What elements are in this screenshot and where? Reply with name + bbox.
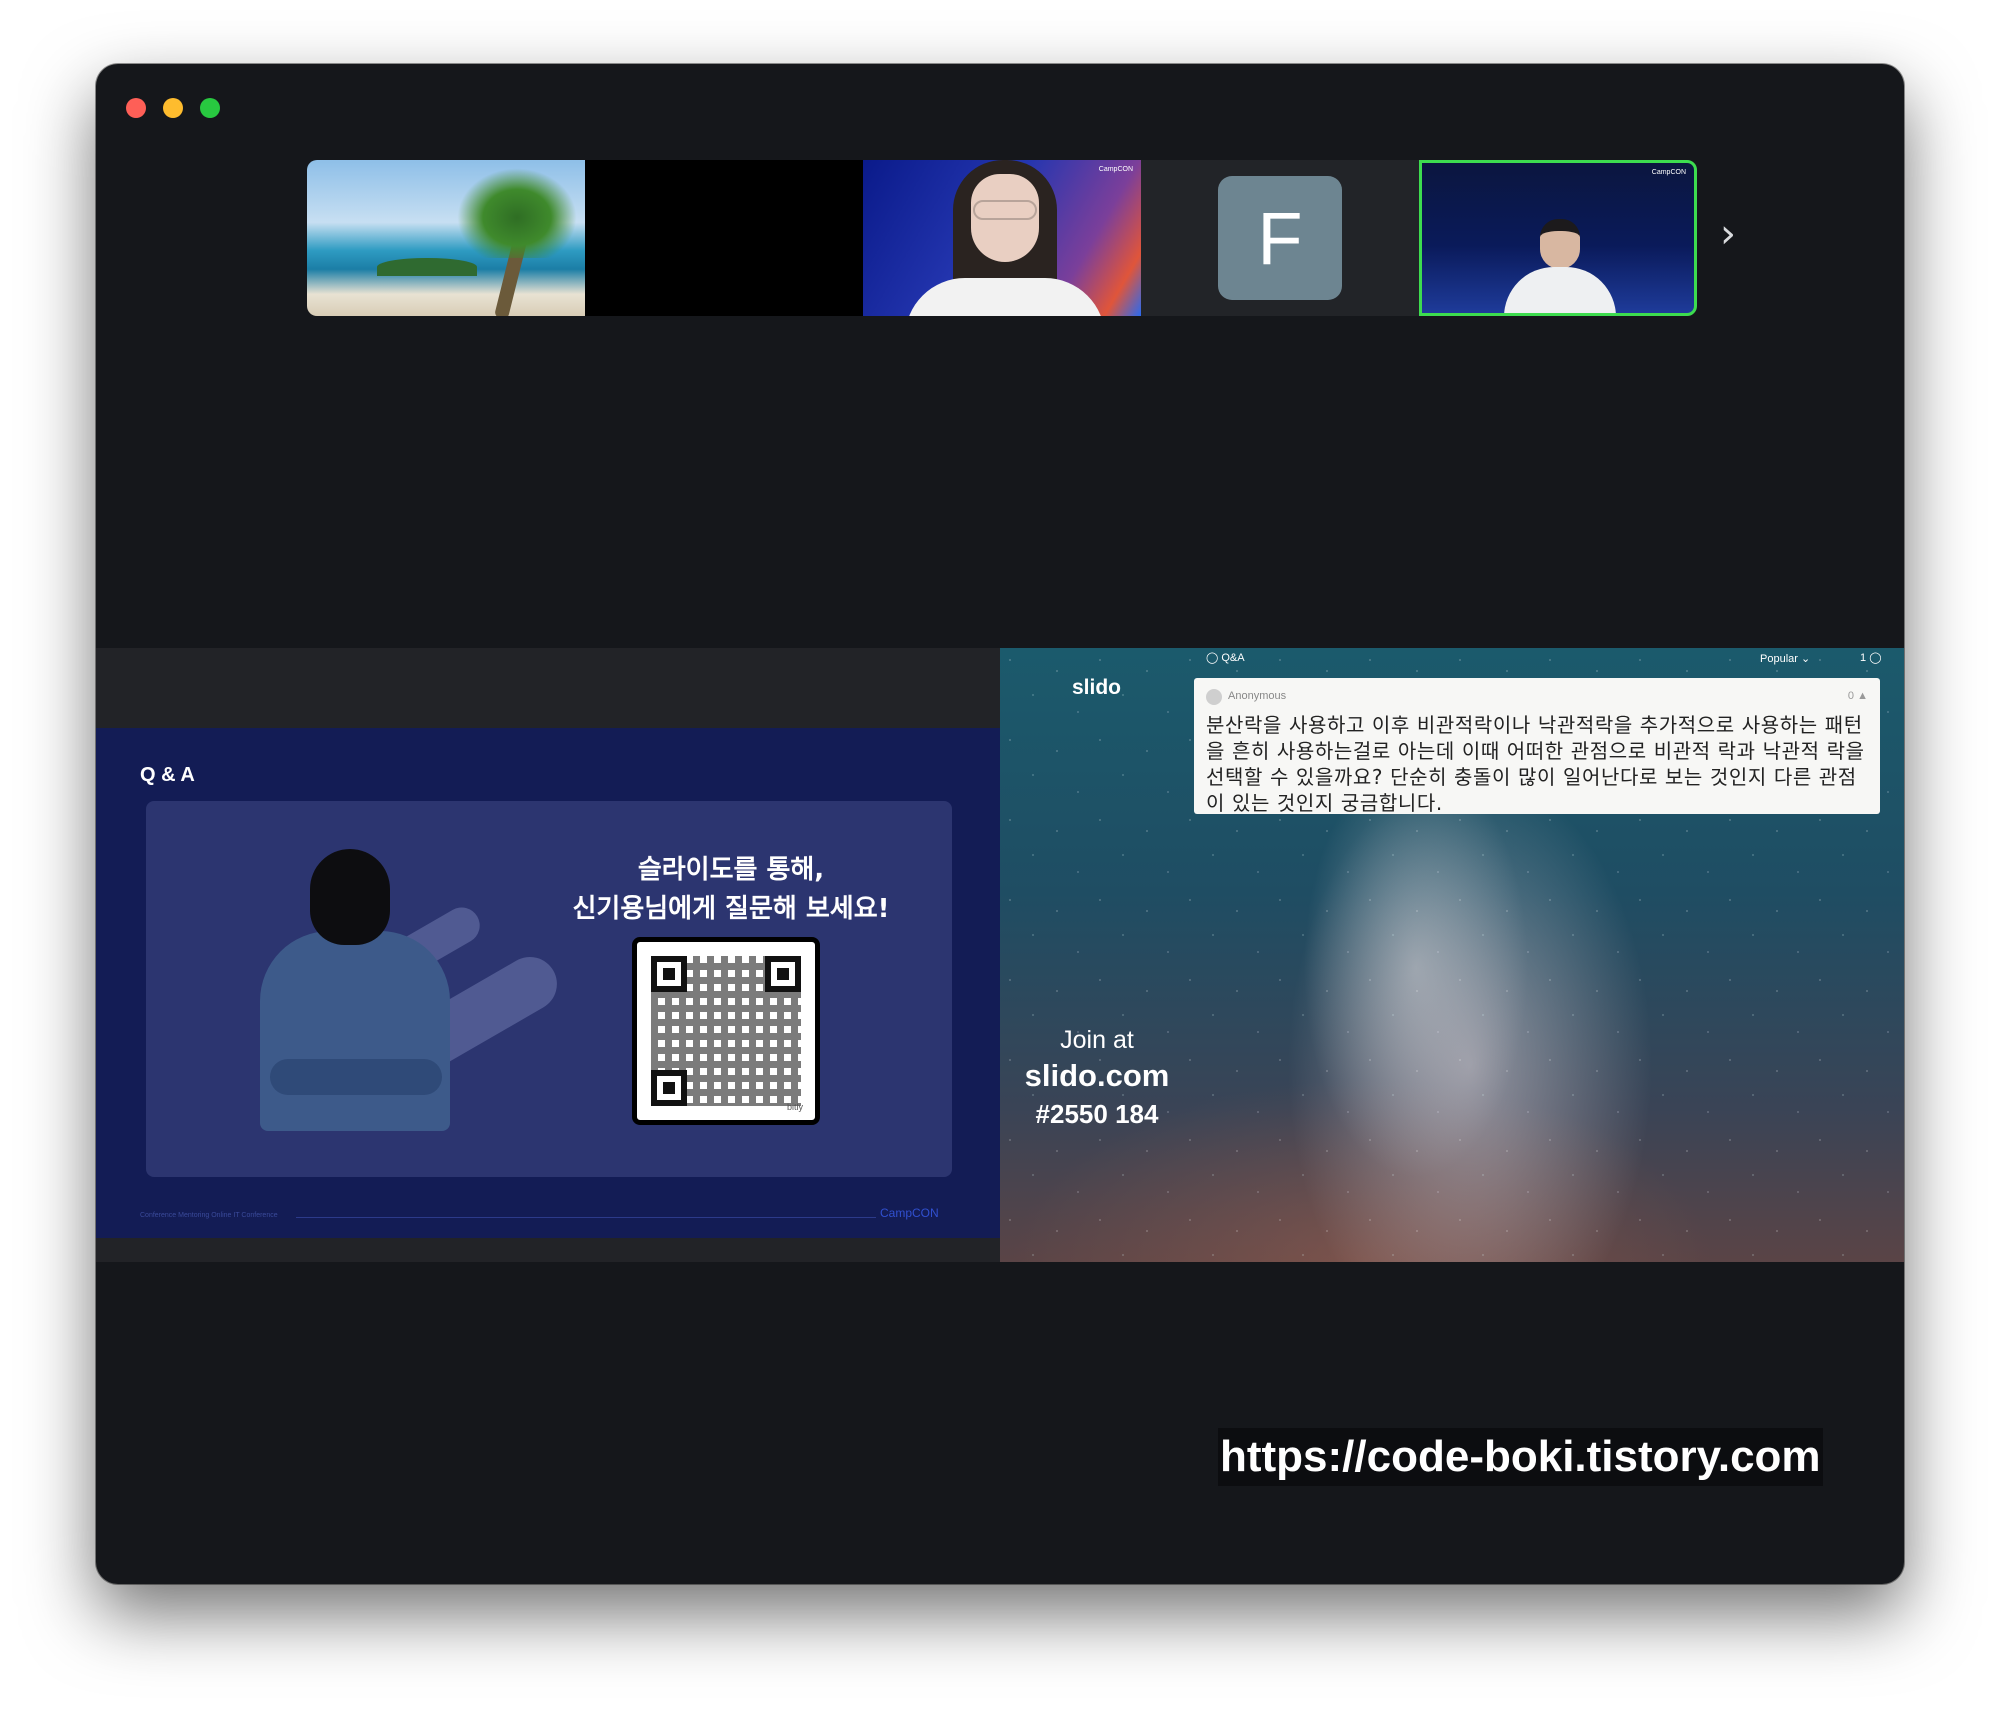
slide-card: 슬라이도를 통해, 신기용님에게 질문해 보세요! bitly [146, 801, 952, 1177]
slide-footer-brand: CampCON [880, 1206, 939, 1220]
slido-tab-qa-label: Q&A [1221, 652, 1245, 664]
comment-icon: ◯ [1869, 652, 1882, 664]
slido-question-count: 1 ◯ [1860, 651, 1882, 664]
avatar: F [1218, 176, 1342, 300]
qr-caption: bitly [786, 1102, 803, 1112]
tile-brand-label: CampCON [1651, 169, 1686, 176]
chevron-right-icon[interactable]: › [1720, 214, 1736, 254]
palm-leaves-shape [457, 168, 577, 258]
likes-count: 0 [1847, 690, 1855, 702]
participant-tile-beach[interactable] [307, 160, 585, 316]
close-window-button[interactable] [126, 98, 146, 118]
qr-code: bitly [632, 937, 820, 1125]
glasses-shape [973, 200, 1037, 220]
slide-headline: 슬라이도를 통해, 신기용님에게 질문해 보세요! [544, 851, 918, 929]
shared-screen-slido: ◯ Q&A Popular ⌄ 1 ◯ slido Anonymous 0 ▲ … [1000, 648, 1904, 1262]
user-icon [1206, 689, 1222, 705]
question-text: 분산락을 사용하고 이후 비관적락이나 낙관적락을 추가적으로 사용하는 패턴을… [1206, 713, 1865, 815]
qr-finder-icon [651, 1070, 687, 1106]
participant-head-shape [1540, 219, 1580, 269]
slide-headline-line2: 신기용님에게 질문해 보세요! [572, 894, 890, 924]
traffic-lights [126, 98, 220, 118]
qr-finder-icon [651, 956, 687, 992]
participant-strip: CampCON F CampCON [307, 160, 1697, 316]
speaker-photo-arms [270, 1059, 442, 1095]
participant-shirt-shape [905, 278, 1105, 316]
participant-shirt-shape [1504, 267, 1616, 313]
minimize-window-button[interactable] [163, 98, 183, 118]
slide-footer-divider [296, 1217, 876, 1218]
slide-headline-line1: 슬라이도를 통해, [637, 855, 825, 885]
participant-tile-active-speaker[interactable]: CampCON [1419, 160, 1697, 316]
slide-title: Q & A [140, 764, 195, 786]
slido-sort-dropdown[interactable]: Popular ⌄ [1760, 652, 1810, 665]
join-url: slido.com [1024, 1058, 1170, 1093]
tile-brand-label: CampCON [1098, 166, 1133, 173]
question-likes[interactable]: 0 ▲ [1848, 690, 1868, 702]
speaker-photo-body [260, 931, 450, 1131]
island-shape [377, 258, 477, 276]
slido-logo: slido [1072, 676, 1122, 699]
meeting-window: CampCON F CampCON › Q & A 슬라이도를 통해, 신기용님… [96, 64, 1904, 1584]
zoom-window-button[interactable] [200, 98, 220, 118]
question-count-value: 1 [1860, 652, 1867, 664]
participant-tile-avatar[interactable]: F [1141, 160, 1419, 316]
watermark-url: https://code-boki.tistory.com [1218, 1428, 1823, 1486]
chevron-down-icon: ⌄ [1800, 653, 1811, 665]
slido-header: ◯ Q&A Popular ⌄ 1 ◯ [1000, 648, 1904, 668]
question-card: Anonymous 0 ▲ 분산락을 사용하고 이후 비관적락이나 낙관적락을 … [1194, 678, 1880, 815]
slide-footer-text: Conference Mentoring Online IT Conferenc… [140, 1212, 278, 1219]
participant-tile-camera-woman[interactable]: CampCON [863, 160, 1141, 316]
question-author: Anonymous [1228, 690, 1287, 702]
slido-tab-qa[interactable]: ◯ Q&A [1206, 651, 1245, 664]
qr-finder-icon [765, 956, 801, 992]
speaker-photo-head [310, 849, 390, 945]
presentation-slide: Q & A 슬라이도를 통해, 신기용님에게 질문해 보세요! bitly Co… [96, 728, 1000, 1238]
slido-sort-label: Popular [1760, 653, 1798, 665]
participant-tile-video-off[interactable] [585, 160, 863, 316]
event-code: #2550 184 [1035, 1099, 1159, 1129]
shared-screen-slide: Q & A 슬라이도를 통해, 신기용님에게 질문해 보세요! bitly Co… [96, 648, 1000, 1262]
thumbs-up-icon: ▲ [1857, 690, 1868, 702]
join-info: Join at slido.com #2550 184 [1000, 1024, 1194, 1132]
join-at-label: Join at [1060, 1026, 1134, 1054]
